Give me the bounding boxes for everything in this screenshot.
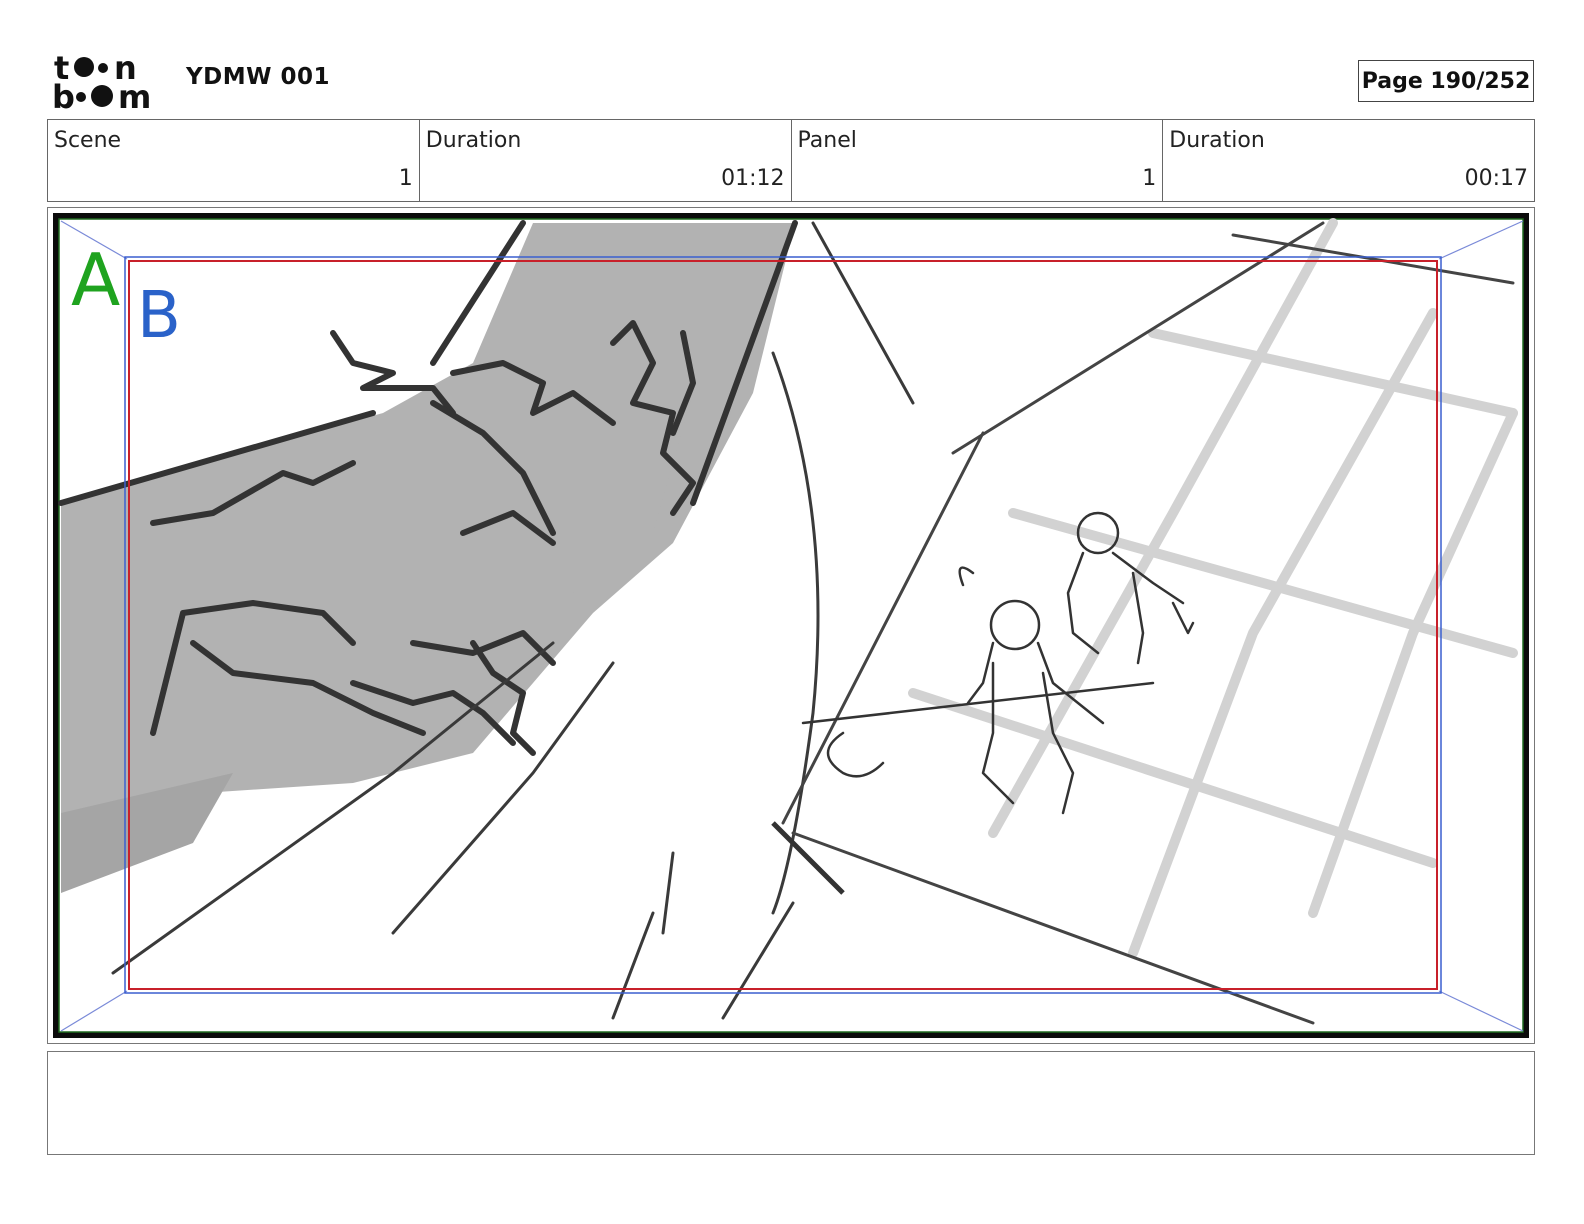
scene-panel-info: Scene 1 Duration 01:12 Panel 1 Duration … bbox=[47, 119, 1535, 202]
scene-duration-value: 01:12 bbox=[721, 166, 785, 191]
page-indicator: Page 190/252 bbox=[1358, 60, 1534, 102]
panel-sketch: A B bbox=[53, 213, 1529, 1038]
panel-value: 1 bbox=[1142, 166, 1157, 191]
scene-cell: Scene 1 bbox=[48, 120, 420, 201]
svg-text:b: b bbox=[52, 78, 75, 112]
scene-label: Scene bbox=[54, 128, 122, 153]
scene-value: 1 bbox=[398, 166, 413, 191]
svg-text:m: m bbox=[118, 78, 151, 112]
scene-duration-label: Duration bbox=[425, 128, 522, 153]
panel-duration-cell: Duration 00:17 bbox=[1163, 120, 1534, 201]
frame-b-label: B bbox=[137, 279, 181, 353]
panel-label: Panel bbox=[797, 128, 857, 153]
panel-notes bbox=[47, 1051, 1535, 1155]
panel-duration-value: 00:17 bbox=[1464, 166, 1528, 191]
frame-a-label: A bbox=[71, 238, 120, 322]
storyboard-panel: A B bbox=[47, 207, 1535, 1044]
scene-duration-cell: Duration 01:12 bbox=[420, 120, 792, 201]
panel-duration-label: Duration bbox=[1169, 128, 1265, 153]
toon-boom-logo: t n b m bbox=[52, 49, 164, 116]
panel-cell: Panel 1 bbox=[792, 120, 1164, 201]
project-title: YDMW 001 bbox=[186, 64, 331, 90]
